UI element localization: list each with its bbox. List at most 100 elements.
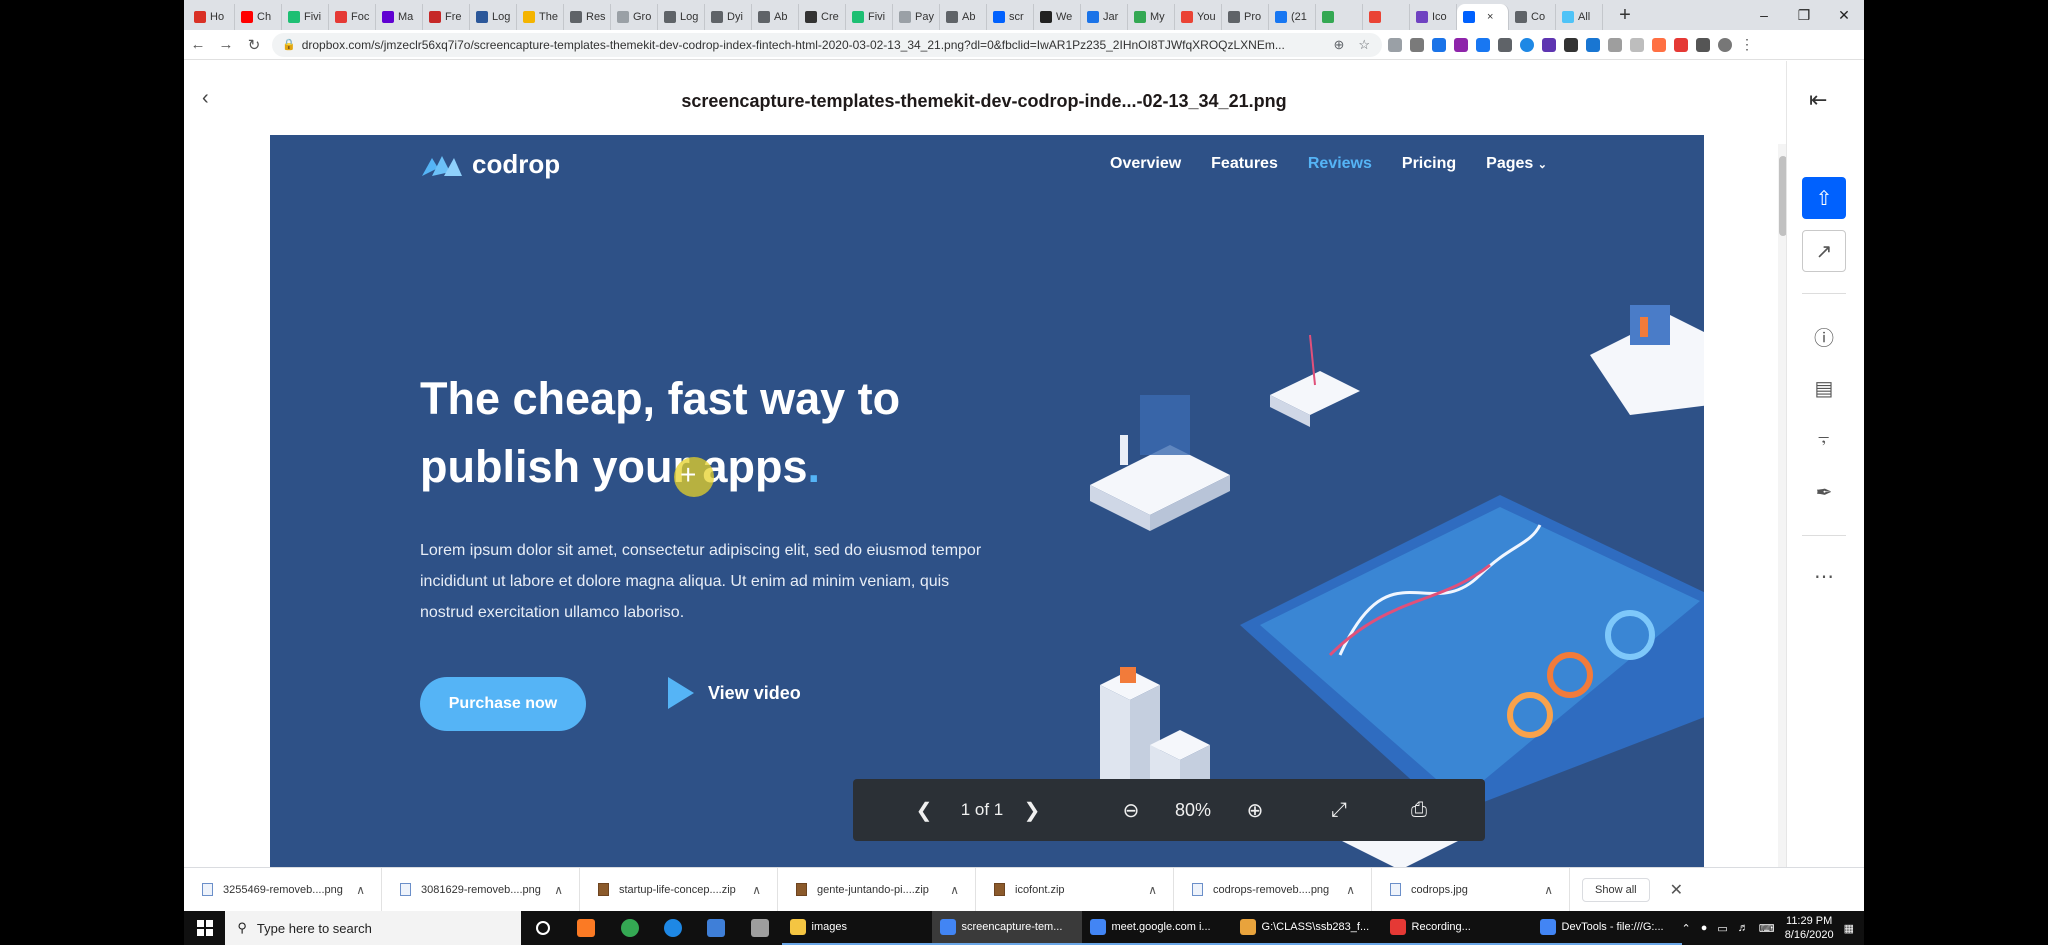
extension-user-icon[interactable] — [1586, 37, 1600, 52]
extension-hex-icon[interactable] — [1542, 37, 1556, 52]
download-chevron-icon[interactable]: ∧ — [1346, 883, 1355, 897]
collapse-panel-icon[interactable]: ⇤ — [1809, 87, 1827, 113]
task-view-icon[interactable] — [521, 911, 564, 945]
browser-tab[interactable] — [1363, 4, 1410, 30]
browser-tab[interactable]: Log — [470, 4, 517, 30]
open-external-button[interactable]: ↗ — [1802, 230, 1846, 272]
taskbar-app[interactable]: DevTools - file:///G:... — [1531, 911, 1682, 945]
download-item[interactable]: icofont.zip ∧ — [976, 867, 1174, 912]
extensions-puzzle-icon[interactable] — [1696, 37, 1710, 52]
nav-pages[interactable]: Pages ⌄ — [1486, 155, 1547, 173]
browser-tab[interactable]: Pay — [893, 4, 940, 30]
download-item[interactable]: codrops-removeb....png ∧ — [1174, 867, 1372, 912]
stamp-icon[interactable]: ⍪ — [1802, 419, 1846, 461]
signature-icon[interactable]: ✒ — [1802, 471, 1846, 513]
share-button[interactable]: ⇧ — [1802, 177, 1846, 219]
browser-tab[interactable]: Fre — [423, 4, 470, 30]
taskbar-app[interactable]: screencapture-tem... — [931, 911, 1082, 945]
taskbar-clock[interactable]: 11:29 PM 8/16/2020 — [1785, 914, 1834, 942]
download-chevron-icon[interactable]: ∧ — [752, 883, 761, 897]
extension-grid-icon[interactable] — [1498, 37, 1512, 52]
back-arrow-icon[interactable]: ← — [184, 32, 212, 58]
extension-facebook-icon[interactable] — [1476, 37, 1490, 52]
browser-tab[interactable]: Res — [564, 4, 611, 30]
taskbar-app[interactable]: G:\CLASS\ssb283_f... — [1231, 911, 1382, 945]
browser-tab[interactable]: Log — [658, 4, 705, 30]
extension-leaf-icon[interactable] — [1630, 37, 1644, 52]
browser-tab[interactable]: Cre — [799, 4, 846, 30]
next-page-icon[interactable]: ❯ — [1017, 779, 1047, 841]
download-item[interactable]: gente-juntando-pi....zip ∧ — [778, 867, 976, 912]
more-options-icon[interactable]: ⋯ — [1802, 555, 1846, 597]
view-video-button[interactable]: View video — [656, 677, 801, 709]
print-icon[interactable]: ⎙ — [1401, 779, 1437, 841]
browser-menu-icon[interactable]: ⋮ — [1740, 36, 1754, 53]
browser-tab[interactable]: Jar — [1081, 4, 1128, 30]
nav-pricing[interactable]: Pricing — [1402, 155, 1456, 173]
download-chevron-icon[interactable]: ∧ — [1148, 883, 1157, 897]
taskbar-search[interactable]: ⚲ Type here to search — [225, 911, 522, 945]
browser-tab[interactable]: (21 — [1269, 4, 1316, 30]
forward-arrow-icon[interactable]: → — [212, 32, 240, 58]
comment-icon[interactable]: ▤ — [1802, 367, 1846, 409]
image-preview[interactable]: codrop Overview Features Reviews Pricing… — [270, 135, 1704, 867]
restore-icon[interactable]: ❐ — [1784, 0, 1824, 30]
edge-icon[interactable] — [651, 911, 694, 945]
download-item[interactable]: 3255469-removeb....png ∧ — [184, 867, 382, 912]
browser-tab[interactable]: Ico — [1410, 4, 1457, 30]
taskbar-app[interactable]: Recording... — [1381, 911, 1532, 945]
download-chevron-icon[interactable]: ∧ — [950, 883, 959, 897]
browser-tab[interactable]: Ch — [235, 4, 282, 30]
tray-chevron-up-icon[interactable]: ⌃ — [1682, 922, 1691, 935]
browser-tab[interactable] — [1316, 4, 1363, 30]
extension-mail-icon[interactable] — [1564, 37, 1578, 52]
download-item[interactable]: codrops.jpg ∧ — [1372, 867, 1570, 912]
extension-gear-icon[interactable] — [1608, 37, 1622, 52]
windows-start-icon[interactable] — [184, 911, 225, 945]
extension-arrow-icon[interactable] — [1652, 37, 1666, 52]
nav-features[interactable]: Features — [1211, 155, 1278, 173]
browser-tab[interactable]: Ab — [940, 4, 987, 30]
profile-icon[interactable] — [1718, 37, 1732, 52]
reload-icon[interactable]: ↻ — [240, 32, 268, 58]
extension-filter-icon[interactable] — [1388, 37, 1402, 52]
extension-2-icon[interactable] — [1432, 37, 1446, 52]
download-chevron-icon[interactable]: ∧ — [356, 883, 365, 897]
browser-tab[interactable]: Ma — [376, 4, 423, 30]
browser-tab[interactable]: scr — [987, 4, 1034, 30]
network-icon[interactable]: ▭ — [1717, 922, 1727, 935]
microphone-icon[interactable]: ● — [1701, 922, 1708, 934]
close-window-icon[interactable]: ✕ — [1824, 0, 1864, 30]
browser-tab[interactable]: × — [1457, 4, 1509, 30]
zoom-out-icon[interactable]: ⊖ — [1113, 779, 1149, 841]
minimize-icon[interactable]: – — [1744, 0, 1784, 30]
extension-camera-icon[interactable] — [1410, 37, 1424, 52]
app-blue-icon[interactable] — [695, 911, 738, 945]
extension-red-icon[interactable] — [1674, 37, 1688, 52]
fullscreen-icon[interactable]: ⤢ — [1321, 779, 1357, 841]
app-network-icon[interactable] — [738, 911, 781, 945]
browser-tab[interactable]: My — [1128, 4, 1175, 30]
browser-tab[interactable]: Foc — [329, 4, 376, 30]
volume-icon[interactable]: ♬ — [1738, 922, 1749, 934]
browser-tab[interactable]: Pro — [1222, 4, 1269, 30]
browser-tab[interactable]: You — [1175, 4, 1222, 30]
browser-tab[interactable]: The — [517, 4, 564, 30]
new-tab-icon[interactable]: + — [1613, 4, 1637, 27]
download-chevron-icon[interactable]: ∧ — [1544, 883, 1553, 897]
browser-tab[interactable]: Ho — [188, 4, 235, 30]
bookmark-star-icon[interactable]: ☆ — [1358, 37, 1370, 53]
chrome-icon[interactable] — [608, 911, 651, 945]
browser-tab[interactable]: Dyi — [705, 4, 752, 30]
nav-reviews[interactable]: Reviews — [1308, 155, 1372, 173]
nav-overview[interactable]: Overview — [1110, 155, 1181, 173]
taskbar-app[interactable]: images — [781, 911, 932, 945]
purchase-now-button[interactable]: Purchase now — [420, 677, 586, 731]
browser-tab[interactable]: We — [1034, 4, 1081, 30]
keyboard-icon[interactable]: ⌨ — [1759, 922, 1775, 935]
download-item[interactable]: 3081629-removeb....png ∧ — [382, 867, 580, 912]
browser-tab[interactable]: Co — [1509, 4, 1556, 30]
browser-tab[interactable]: Gro — [611, 4, 658, 30]
close-tab-icon[interactable]: × — [1487, 11, 1493, 23]
zoom-in-icon[interactable]: ⊕ — [1237, 779, 1273, 841]
